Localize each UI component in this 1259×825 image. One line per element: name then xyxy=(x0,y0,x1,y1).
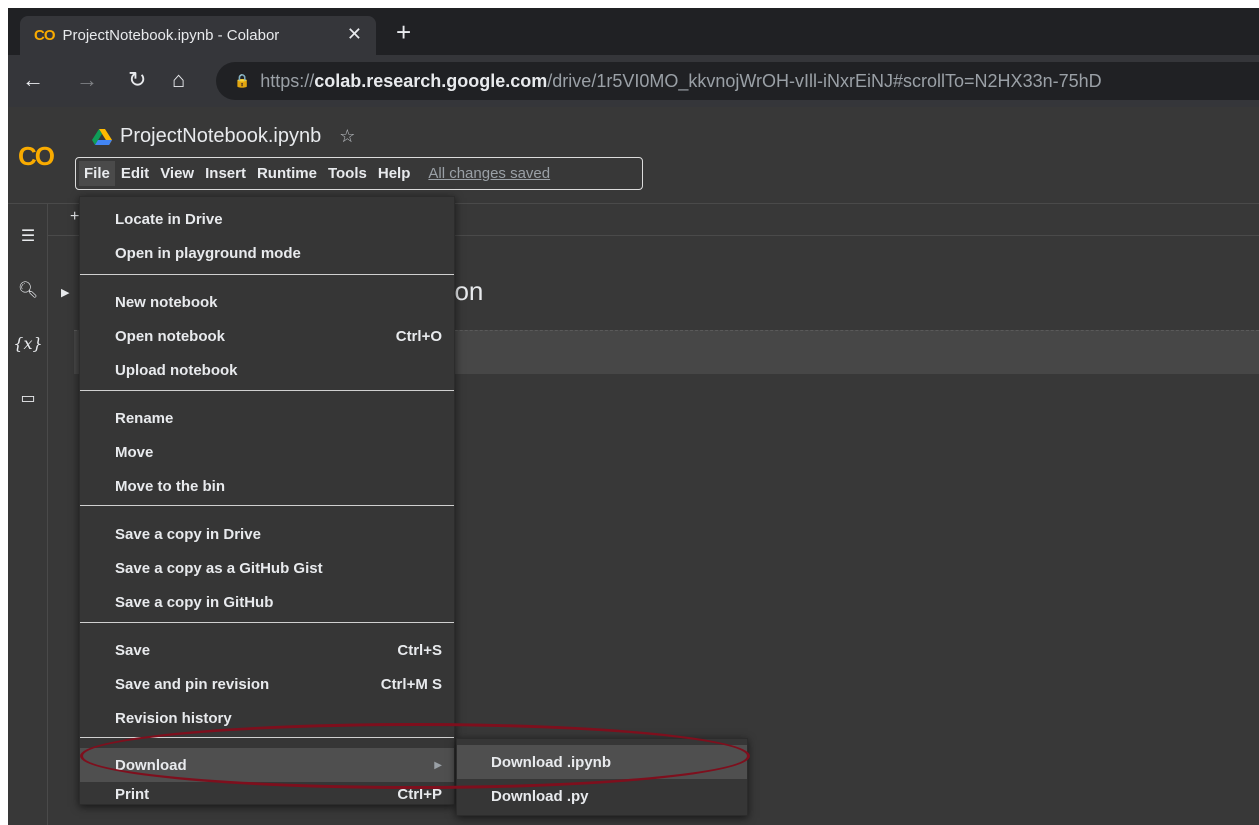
colab-header: CO ProjectNotebook.ipynb ☆ File Edit Vie… xyxy=(8,107,1259,204)
search-icon[interactable]: 🔍︎ xyxy=(8,280,48,300)
menu-divider xyxy=(80,274,454,275)
menu-tools[interactable]: Tools xyxy=(323,161,372,186)
lock-icon[interactable]: 🔒 xyxy=(234,73,250,89)
home-icon[interactable]: ⌂ xyxy=(172,67,185,93)
menu-download[interactable]: Download ▶ xyxy=(80,748,454,782)
notebook-title-row: ProjectNotebook.ipynb ☆ xyxy=(92,125,355,148)
notebook-title[interactable]: ProjectNotebook.ipynb xyxy=(120,125,321,148)
colab-favicon-icon: CO xyxy=(34,27,55,44)
menu-divider xyxy=(80,505,454,506)
table-of-contents-icon[interactable]: ☰ xyxy=(8,226,48,246)
address-bar[interactable]: 🔒 https://colab.research.google.com/driv… xyxy=(216,62,1259,100)
menu-open-playground[interactable]: Open in playground mode xyxy=(80,236,454,270)
menu-revision-history[interactable]: Revision history xyxy=(80,701,454,735)
url-text: https://colab.research.google.com/drive/… xyxy=(260,70,1102,91)
save-status-link[interactable]: All changes saved xyxy=(428,165,550,182)
star-icon[interactable]: ☆ xyxy=(339,126,355,147)
google-drive-icon[interactable] xyxy=(92,128,112,145)
file-menu-dropdown: Locate in Drive Open in playground mode … xyxy=(79,196,455,805)
menu-help[interactable]: Help xyxy=(373,161,416,186)
menu-divider xyxy=(80,737,454,738)
menu-bar: File Edit View Insert Runtime Tools Help… xyxy=(75,157,643,190)
menu-save-copy-github[interactable]: Save a copy in GitHub xyxy=(80,585,454,619)
menu-file[interactable]: File xyxy=(79,161,115,186)
back-icon[interactable]: ← xyxy=(22,67,44,93)
tab-title: ProjectNotebook.ipynb - Colabor xyxy=(62,27,280,44)
new-tab-icon[interactable]: + xyxy=(396,17,411,48)
collapse-section-icon[interactable]: ▶ xyxy=(61,286,69,299)
menu-save-pin-revision[interactable]: Save and pin revision Ctrl+M S xyxy=(80,667,454,701)
menu-move-to-bin[interactable]: Move to the bin xyxy=(80,469,454,503)
menu-divider xyxy=(80,622,454,623)
menu-download-ipynb[interactable]: Download .ipynb xyxy=(457,745,747,779)
menu-runtime[interactable]: Runtime xyxy=(252,161,322,186)
menu-locate-in-drive[interactable]: Locate in Drive xyxy=(80,202,454,236)
menu-new-notebook[interactable]: New notebook xyxy=(80,285,454,319)
colab-logo[interactable]: CO xyxy=(18,141,55,172)
menu-edit[interactable]: Edit xyxy=(116,161,154,186)
forward-icon[interactable]: → xyxy=(76,67,98,93)
close-icon[interactable]: ✕ xyxy=(347,24,362,45)
menu-download-py[interactable]: Download .py xyxy=(457,779,747,813)
browser-tab[interactable]: CO ProjectNotebook.ipynb - Colabor ✕ xyxy=(20,16,376,55)
variables-icon[interactable]: {x} xyxy=(8,334,48,353)
menu-print[interactable]: Print Ctrl+P xyxy=(80,782,454,806)
browser-toolbar: ← → ↻ ⌂ 🔒 https://colab.research.google.… xyxy=(8,55,1259,107)
submenu-arrow-icon: ▶ xyxy=(434,759,442,771)
menu-save-copy-gist[interactable]: Save a copy as a GitHub Gist xyxy=(80,551,454,585)
menu-insert[interactable]: Insert xyxy=(200,161,251,186)
left-sidebar: ☰ 🔍︎ {x} ▭ xyxy=(8,204,48,825)
menu-divider xyxy=(80,390,454,391)
menu-upload-notebook[interactable]: Upload notebook xyxy=(80,353,454,387)
folder-icon[interactable]: ▭ xyxy=(8,388,48,408)
browser-window: CO ProjectNotebook.ipynb - Colabor ✕ + ←… xyxy=(8,8,1259,825)
tab-strip: CO ProjectNotebook.ipynb - Colabor ✕ + xyxy=(8,8,1259,55)
download-submenu: Download .ipynb Download .py xyxy=(456,738,748,816)
menu-save[interactable]: Save Ctrl+S xyxy=(80,633,454,667)
menu-view[interactable]: View xyxy=(155,161,199,186)
menu-move[interactable]: Move xyxy=(80,435,454,469)
menu-rename[interactable]: Rename xyxy=(80,401,454,435)
menu-open-notebook[interactable]: Open notebook Ctrl+O xyxy=(80,319,454,353)
add-cell-icon[interactable]: + xyxy=(70,208,79,226)
menu-save-copy-drive[interactable]: Save a copy in Drive xyxy=(80,517,454,551)
reload-icon[interactable]: ↻ xyxy=(128,67,146,93)
